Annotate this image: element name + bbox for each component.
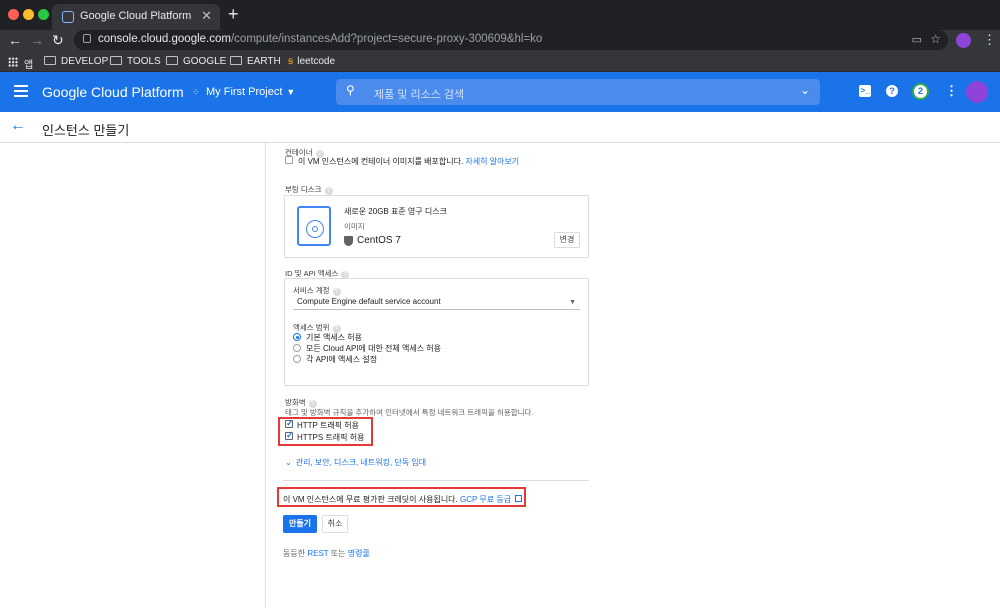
back-icon[interactable]: ←	[8, 31, 22, 49]
sidebar	[0, 143, 266, 608]
cast-icon[interactable]: ▭	[912, 33, 922, 46]
dropdown-arrow-icon: ▼	[569, 299, 576, 306]
scope-custom-label: 각 API에 액세스 설정	[306, 355, 378, 364]
browser-toolbar: ← → ↻ console.cloud.google.com/compute/i…	[0, 30, 1000, 51]
project-dots-icon: ⁘	[192, 87, 200, 97]
free-trial-notice: 이 VM 인스턴스에 무료 평가판 크레딧이 사용됩니다. GCP 무료 등급	[283, 494, 523, 505]
url-text: console.cloud.google.com/compute/instanc…	[98, 33, 543, 45]
bookmark-develop[interactable]: DEVELOP	[44, 56, 108, 67]
free-tier-link[interactable]: GCP 무료 등급	[460, 495, 511, 504]
rest-link[interactable]: REST	[307, 549, 328, 558]
project-selector[interactable]: ⁘ My First Project ▼	[192, 86, 295, 98]
notifications-badge[interactable]: 2	[912, 83, 929, 100]
boot-disk-card: 새로운 20GB 표준 영구 디스크 이미지 CentOS 7 변경	[284, 195, 589, 258]
lock-icon	[83, 34, 91, 43]
hamburger-menu-icon[interactable]	[14, 85, 28, 97]
shield-icon	[344, 236, 353, 246]
maximize-window-button[interactable]	[38, 9, 49, 20]
bookmark-earth[interactable]: EARTH	[230, 56, 281, 67]
disk-icon	[297, 206, 331, 246]
tab-close-icon[interactable]: ✕	[201, 8, 212, 24]
learn-more-link[interactable]: 자세히 알아보기	[465, 157, 519, 166]
leetcode-icon: ꞩ	[288, 56, 294, 67]
advanced-options-link[interactable]: ⌄ 관리, 보안, 디스크, 네트워킹, 단독 임대	[285, 457, 426, 468]
bookmark-apps[interactable]: 앱	[24, 56, 33, 71]
boot-disk-label: 부팅 디스크?	[285, 184, 333, 195]
help-icon[interactable]: ?	[886, 85, 898, 97]
more-options-icon[interactable]: ⋮	[945, 83, 958, 99]
close-window-button[interactable]	[8, 9, 19, 20]
image-label: 이미지	[344, 222, 365, 231]
cancel-button[interactable]: 취소	[322, 515, 348, 533]
http-traffic-checkbox[interactable]	[285, 418, 294, 429]
help-icon[interactable]: ?	[332, 288, 341, 296]
create-instance-form: 컨테이너? 이 VM 인스턴스에 컨테이너 이미지를 배포합니다. 자세히 알아…	[277, 143, 703, 608]
chevron-down-icon[interactable]: ⌄	[800, 83, 810, 97]
help-icon[interactable]: ?	[324, 187, 333, 195]
cloud-shell-icon[interactable]: >_	[859, 85, 871, 97]
avatar[interactable]	[966, 81, 988, 103]
folder-icon	[44, 56, 56, 65]
page-title-bar: ← 인스턴스 만들기	[0, 112, 1000, 143]
bookmark-leetcode[interactable]: ꞩ leetcode	[288, 56, 335, 67]
scope-default-label: 기본 액세스 허용	[306, 333, 362, 342]
new-tab-button[interactable]: +	[228, 4, 239, 25]
external-link-icon	[515, 495, 523, 502]
bookmark-tools[interactable]: TOOLS	[110, 56, 161, 67]
change-boot-disk-button[interactable]: 변경	[554, 232, 580, 248]
scope-full-radio[interactable]	[293, 344, 301, 352]
folder-icon	[230, 56, 242, 65]
search-icon: ⚲	[346, 83, 355, 97]
minimize-window-button[interactable]	[23, 9, 34, 20]
boot-disk-title: 새로운 20GB 표준 영구 디스크	[344, 207, 447, 216]
browser-profile-avatar[interactable]	[956, 33, 971, 48]
scope-full-label: 모든 Cloud API에 대한 전체 액세스 허용	[306, 344, 442, 353]
back-arrow-icon[interactable]: ←	[10, 117, 26, 135]
service-account-select[interactable]: Compute Engine default service account ▼	[293, 296, 580, 310]
forward-icon[interactable]: →	[30, 31, 44, 49]
caret-down-icon: ▼	[286, 87, 296, 97]
service-account-label: 서비스 계정?	[293, 285, 341, 296]
address-bar[interactable]: console.cloud.google.com/compute/instanc…	[74, 30, 948, 50]
container-checkbox[interactable]	[285, 156, 293, 164]
bookmarks-bar: 앱 DEVELOP TOOLS GOOGLE EARTH ꞩ leetcode	[0, 51, 1000, 72]
tab-title: Google Cloud Platform	[80, 10, 192, 22]
https-traffic-checkbox[interactable]	[285, 430, 294, 441]
page-title: 인스턴스 만들기	[42, 123, 130, 138]
apps-grid-icon[interactable]	[8, 57, 18, 67]
chevron-expand-icon: ⌄	[285, 458, 292, 467]
folder-icon	[110, 56, 122, 65]
scope-custom-radio[interactable]	[293, 355, 301, 363]
search-placeholder: 제품 및 리소스 검색	[374, 89, 465, 101]
divider	[283, 480, 589, 481]
search-input[interactable]: ⚲ 제품 및 리소스 검색 ⌄	[336, 79, 820, 105]
bookmark-google[interactable]: GOOGLE	[166, 56, 226, 67]
command-line-link[interactable]: 명령줄	[348, 549, 370, 558]
https-traffic-label: HTTPS 트래픽 허용	[297, 433, 365, 442]
reload-icon[interactable]: ↻	[52, 31, 64, 49]
scope-default-radio[interactable]	[293, 333, 301, 341]
http-traffic-label: HTTP 트래픽 허용	[297, 421, 359, 430]
folder-icon	[166, 56, 178, 65]
gcp-header: Google Cloud Platform ⁘ My First Project ▼…	[0, 72, 1000, 112]
container-checkbox-label: 이 VM 인스턴스에 컨테이너 이미지를 배포합니다. 자세히 알아보기	[298, 157, 520, 166]
gcp-favicon-icon	[62, 11, 74, 23]
browser-tab[interactable]: Google Cloud Platform ✕	[52, 4, 220, 30]
bookmark-star-icon[interactable]: ☆	[930, 32, 941, 46]
equivalent-rest-text: 동등한 REST 또는 명령줄	[283, 549, 370, 558]
gcp-logo-title[interactable]: Google Cloud Platform	[42, 84, 184, 100]
browser-tab-strip: Google Cloud Platform ✕ +	[0, 0, 1000, 30]
create-button[interactable]: 만들기	[283, 515, 317, 533]
os-name: CentOS 7	[357, 235, 401, 246]
identity-card: 서비스 계정? Compute Engine default service a…	[284, 278, 589, 386]
browser-menu-icon[interactable]: ⋮	[983, 32, 996, 48]
